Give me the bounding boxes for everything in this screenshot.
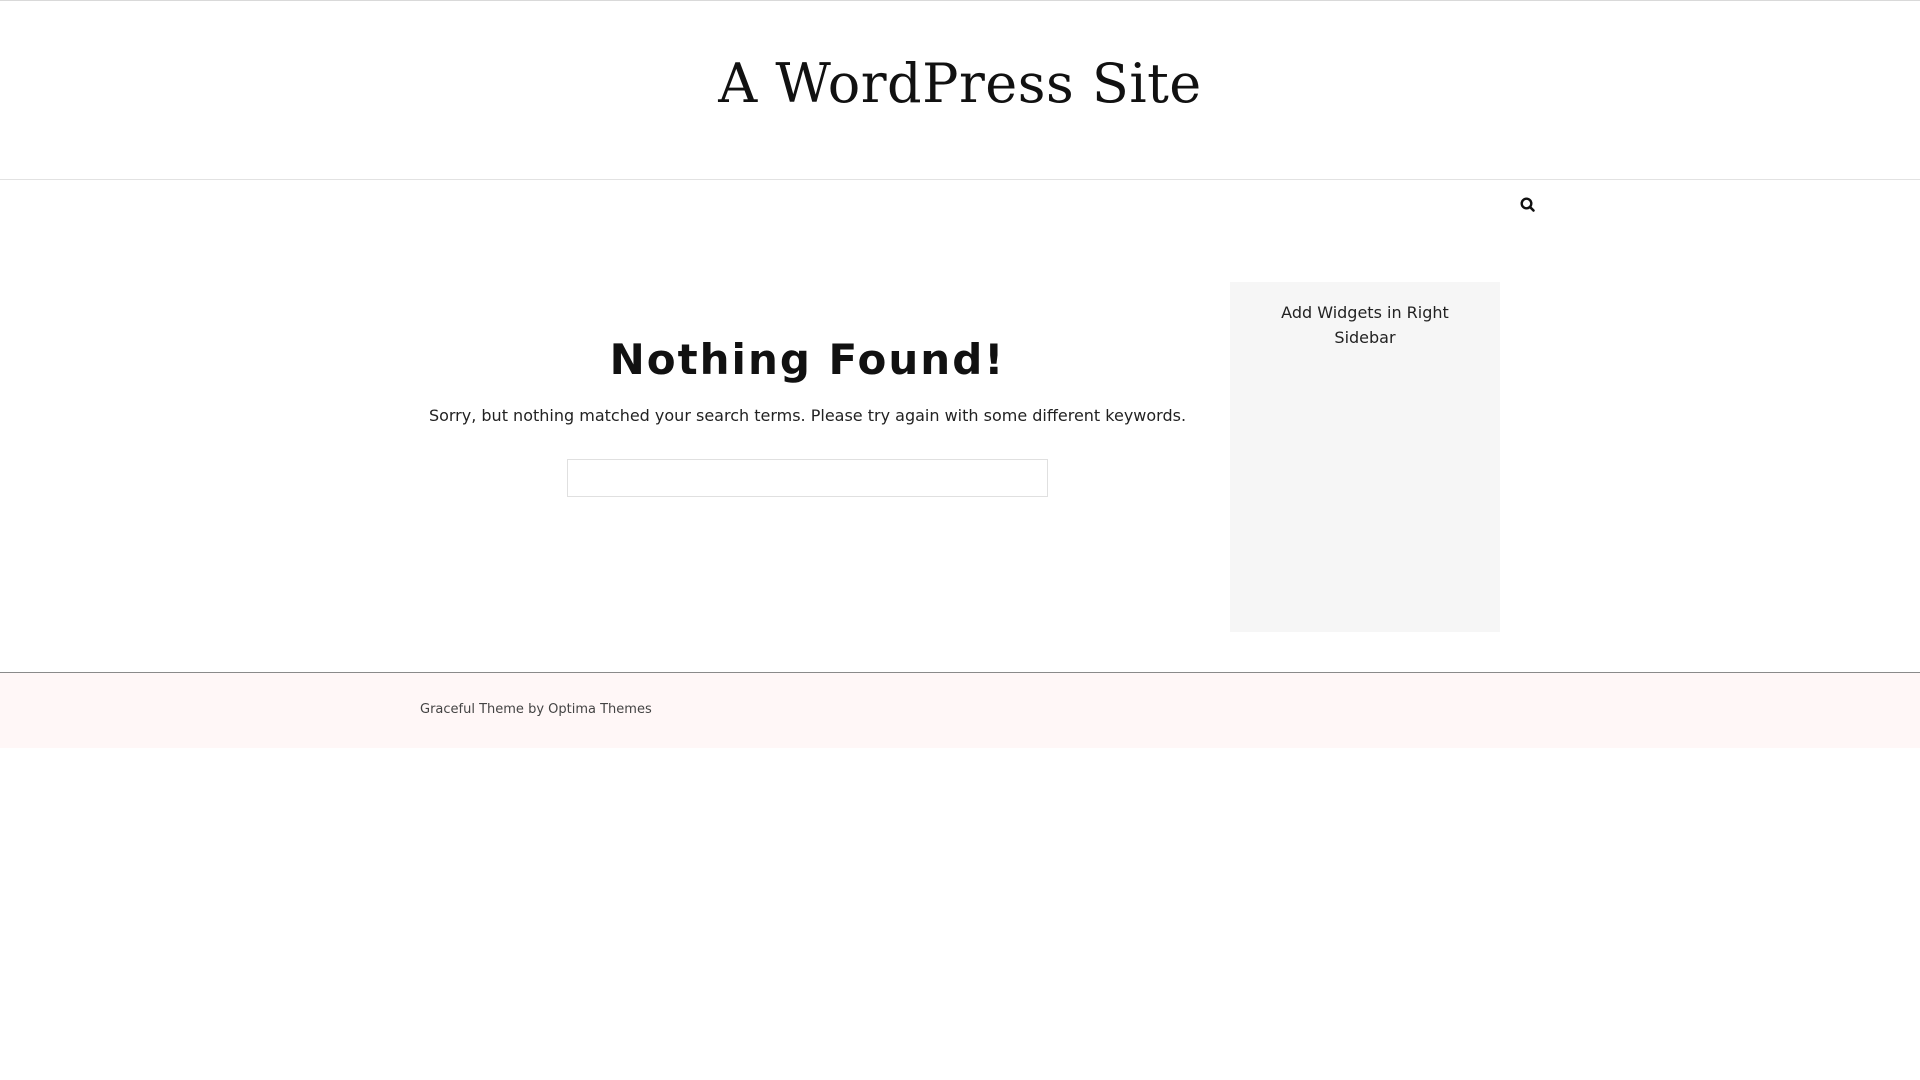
search-input[interactable] — [567, 459, 1048, 497]
page-title: Nothing Found! — [609, 335, 1006, 384]
search-icon[interactable] — [1516, 193, 1540, 217]
sidebar-widget-message: Add Widgets in Right Sidebar — [1281, 303, 1449, 347]
site-title[interactable]: A WordPress Site — [0, 49, 1920, 119]
site-footer: Graceful Theme by Optima Themes — [0, 672, 1920, 748]
author-link[interactable]: Optima Themes — [548, 702, 652, 717]
site-header: A WordPress Site — [0, 1, 1920, 180]
content-area: Nothing Found! Sorry, but nothing matche… — [420, 282, 1195, 632]
footer-by-text: by — [523, 702, 549, 717]
theme-link[interactable]: Graceful Theme — [420, 702, 524, 717]
search-form — [567, 459, 1048, 497]
no-results-message: Sorry, but nothing matched your search t… — [428, 406, 1187, 425]
right-sidebar: Add Widgets in Right Sidebar — [1230, 282, 1500, 632]
navigation-bar — [0, 181, 1920, 227]
footer-credit: Graceful Theme by Optima Themes — [420, 701, 652, 719]
